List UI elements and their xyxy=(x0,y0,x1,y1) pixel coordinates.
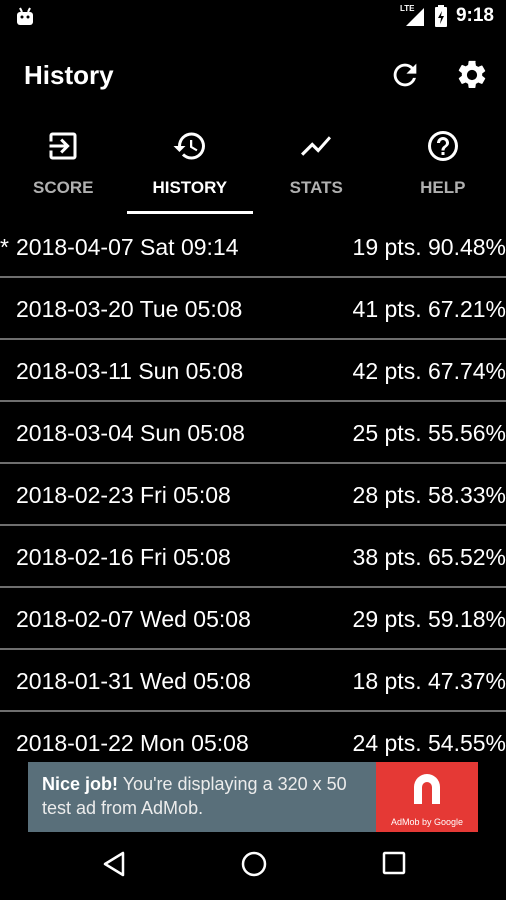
list-item[interactable]: 2018-02-16 Fri 05:08 38 pts. 65.52% xyxy=(0,526,506,588)
history-date: 2018-04-07 Sat 09:14 xyxy=(16,234,239,260)
system-nav-bar xyxy=(0,832,506,900)
history-score: 29 pts. 59.18% xyxy=(352,606,506,632)
battery-icon xyxy=(434,5,447,27)
history-score: 19 pts. 90.48% xyxy=(352,234,506,260)
list-item[interactable]: 2018-03-20 Tue 05:08 41 pts. 67.21% xyxy=(0,278,506,340)
login-icon xyxy=(49,132,77,160)
history-date: 2018-03-11 Sun 05:08 xyxy=(16,358,244,384)
tab-history-label: HISTORY xyxy=(152,178,228,197)
history-list[interactable]: * 2018-04-07 Sat 09:14 19 pts. 90.48% 20… xyxy=(0,216,506,762)
history-score: 38 pts. 65.52% xyxy=(352,544,506,570)
tab-help[interactable]: HELP xyxy=(380,114,506,216)
admob-logo: AdMob by Google xyxy=(376,762,478,832)
refresh-icon[interactable] xyxy=(388,58,422,92)
current-marker: * xyxy=(0,234,9,260)
tab-score[interactable]: SCORE xyxy=(0,114,127,216)
history-icon xyxy=(173,132,205,160)
tab-history[interactable]: HISTORY xyxy=(126,114,253,216)
trending-icon xyxy=(301,136,332,156)
list-item[interactable]: 2018-01-22 Mon 05:08 24 pts. 54.55% xyxy=(0,712,506,762)
recents-icon[interactable] xyxy=(381,850,407,876)
history-score: 41 pts. 67.21% xyxy=(352,296,506,322)
tab-score-label: SCORE xyxy=(33,178,94,197)
active-tab-indicator xyxy=(126,211,253,214)
tab-stats[interactable]: STATS xyxy=(253,114,380,216)
history-date: 2018-01-31 Wed 05:08 xyxy=(16,668,251,694)
lte-signal-icon: LTE xyxy=(400,4,426,28)
tab-help-label: HELP xyxy=(420,178,466,197)
settings-icon[interactable] xyxy=(455,58,489,92)
history-score: 24 pts. 54.55% xyxy=(352,730,506,756)
page-title: History xyxy=(24,60,114,90)
list-item[interactable]: 2018-02-07 Wed 05:08 29 pts. 59.18% xyxy=(0,588,506,650)
history-date: 2018-01-22 Mon 05:08 xyxy=(16,730,249,756)
history-date: 2018-02-16 Fri 05:08 xyxy=(16,544,231,570)
home-icon[interactable] xyxy=(240,850,268,878)
help-icon xyxy=(427,131,458,161)
tab-bar: SCORE HISTORY STATS HELP xyxy=(0,114,506,216)
network-type: LTE xyxy=(399,4,415,13)
app-bar: History xyxy=(0,36,506,114)
ad-brand: AdMob by Google xyxy=(390,817,464,827)
tab-stats-label: STATS xyxy=(289,178,343,197)
history-score: 42 pts. 67.74% xyxy=(352,358,506,384)
list-item[interactable]: 2018-03-04 Sun 05:08 25 pts. 55.56% xyxy=(0,402,506,464)
status-bar: LTE 9:18 xyxy=(0,0,506,36)
back-icon[interactable] xyxy=(101,850,127,878)
history-score: 18 pts. 47.37% xyxy=(352,668,506,694)
admob-icon xyxy=(414,774,440,804)
list-item[interactable]: 2018-01-31 Wed 05:08 18 pts. 47.37% xyxy=(0,650,506,712)
history-score: 25 pts. 55.56% xyxy=(352,420,506,446)
list-item[interactable]: * 2018-04-07 Sat 09:14 19 pts. 90.48% xyxy=(0,216,506,278)
ad-banner[interactable]: Nice job! You're displaying a 320 x 50 t… xyxy=(28,762,478,832)
history-score: 28 pts. 58.33% xyxy=(352,482,506,508)
android-icon xyxy=(17,7,33,25)
history-date: 2018-02-23 Fri 05:08 xyxy=(16,482,231,508)
history-date: 2018-02-07 Wed 05:08 xyxy=(16,606,251,632)
history-date: 2018-03-20 Tue 05:08 xyxy=(16,296,243,322)
list-item[interactable]: 2018-02-23 Fri 05:08 28 pts. 58.33% xyxy=(0,464,506,526)
ad-text: Nice job! You're displaying a 320 x 50 t… xyxy=(42,772,372,820)
list-item[interactable]: 2018-03-11 Sun 05:08 42 pts. 67.74% xyxy=(0,340,506,402)
ad-headline: Nice job! xyxy=(42,774,119,794)
clock: 9:18 xyxy=(455,5,494,26)
history-date: 2018-03-04 Sun 05:08 xyxy=(16,420,245,446)
